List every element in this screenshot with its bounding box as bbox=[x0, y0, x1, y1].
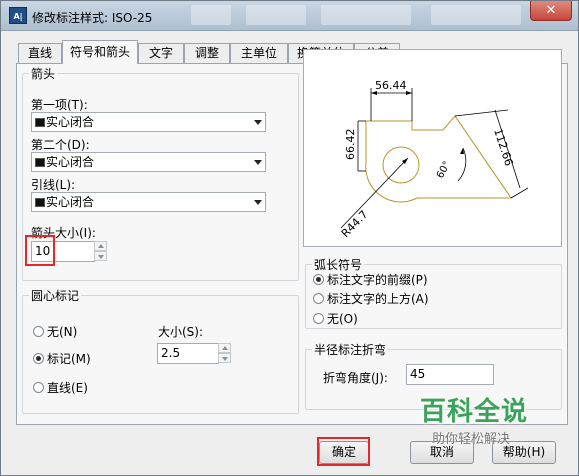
center-mark-size-label: 大小(S): bbox=[158, 325, 204, 339]
arrowheads-title: 箭头 bbox=[29, 65, 58, 82]
chevron-down-icon bbox=[254, 160, 262, 165]
radio-button[interactable] bbox=[313, 293, 324, 304]
radio-button[interactable] bbox=[33, 382, 44, 393]
tab-symbols-arrows[interactable]: 符号和箭头 bbox=[62, 40, 138, 64]
spin-up-icon[interactable] bbox=[94, 241, 107, 251]
dimension-arrows bbox=[371, 91, 464, 164]
arc-prefix-label: 标注文字的前缀(P) bbox=[327, 273, 428, 287]
dim-text-top: 56.44 bbox=[375, 79, 407, 92]
tab-text[interactable]: 文字 bbox=[138, 43, 184, 64]
center-mark-line-label: 直线(E) bbox=[47, 381, 88, 395]
spin-down-icon[interactable] bbox=[218, 353, 231, 363]
center-marks-title: 圆心标记 bbox=[29, 287, 82, 304]
closed-filled-arrow-icon bbox=[35, 158, 45, 167]
chevron-down-icon bbox=[254, 120, 262, 125]
jog-angle-label: 折弯角度(J): bbox=[323, 371, 388, 385]
blurred-titlebar-region bbox=[191, 5, 231, 25]
dim-text-left: 66.42 bbox=[344, 129, 357, 161]
closed-filled-arrow-icon bbox=[35, 198, 45, 207]
arc-above-option[interactable]: 标注文字的上方(A) bbox=[313, 290, 429, 307]
closed-filled-arrow-icon bbox=[35, 118, 45, 127]
preview-shape bbox=[365, 115, 512, 203]
arrow-size-spinner[interactable] bbox=[94, 241, 107, 262]
center-mark-mark-label: 标记(M) bbox=[47, 352, 91, 366]
second-arrow-value: 实心闭合 bbox=[46, 155, 95, 169]
tab-lines[interactable]: 直线 bbox=[18, 43, 62, 64]
ext-line bbox=[454, 109, 509, 117]
watermark-title: 百科全说 bbox=[420, 397, 529, 427]
center-mark-none-option[interactable]: 无(N) bbox=[33, 323, 77, 340]
arc-none-option[interactable]: 无(O) bbox=[313, 310, 358, 327]
part-outline bbox=[365, 115, 512, 203]
center-mark-mark-option[interactable]: 标记(M) bbox=[33, 350, 91, 367]
blurred-titlebar-region bbox=[321, 5, 411, 25]
chevron-down-icon bbox=[254, 200, 262, 205]
arc-prefix-option[interactable]: 标注文字的前缀(P) bbox=[313, 271, 428, 288]
close-button[interactable]: ✕ bbox=[530, 1, 572, 21]
dialog-title: 修改标注样式: ISO-25 bbox=[32, 11, 153, 25]
preview-drawing: 56.44 66.42 112.66 R44.7 60° bbox=[339, 79, 529, 240]
watermark-subtitle: 助你轻松解决 bbox=[432, 432, 511, 447]
blurred-titlebar-region bbox=[431, 5, 521, 25]
radius-jog-title: 半径标注折弯 bbox=[312, 341, 389, 358]
app-icon: A| bbox=[9, 7, 27, 24]
tab-primary-units[interactable]: 主单位 bbox=[230, 43, 288, 64]
first-arrow-value: 实心闭合 bbox=[46, 115, 95, 129]
center-mark-size-input[interactable]: 2.5 bbox=[157, 343, 219, 364]
dim-text-radius: R44.7 bbox=[339, 208, 371, 240]
center-mark-none-label: 无(N) bbox=[47, 325, 78, 339]
second-arrow-select[interactable]: 实心闭合 bbox=[31, 152, 266, 172]
highlight-box bbox=[317, 437, 370, 466]
dialog-window: A| 修改标注样式: ISO-25 ✕ 直线 符号和箭头 文字 调整 主单位 换… bbox=[0, 0, 579, 476]
dim-text-right: 112.66 bbox=[491, 127, 515, 168]
dim-text-angle: 60° bbox=[435, 160, 453, 181]
center-mark-size-spinner[interactable] bbox=[218, 343, 231, 364]
jog-angle-input[interactable]: 45 bbox=[406, 364, 494, 385]
radio-button[interactable] bbox=[33, 353, 44, 364]
arrowhead bbox=[406, 91, 412, 95]
tab-fit[interactable]: 调整 bbox=[184, 43, 230, 64]
ext-line bbox=[510, 187, 529, 199]
radio-button[interactable] bbox=[313, 274, 324, 285]
watermark: 百科全说 助你轻松解决 bbox=[408, 385, 558, 455]
blurred-titlebar-region bbox=[246, 5, 306, 25]
leader-arrow-value: 实心闭合 bbox=[46, 195, 95, 209]
highlight-box bbox=[25, 235, 55, 266]
first-arrow-select[interactable]: 实心闭合 bbox=[31, 112, 266, 132]
title-bar: A| 修改标注样式: ISO-25 ✕ bbox=[1, 1, 578, 31]
spin-up-icon[interactable] bbox=[218, 343, 231, 353]
spin-down-icon[interactable] bbox=[94, 251, 107, 261]
leader-arrow-label: 引线(L): bbox=[31, 178, 76, 192]
radio-button[interactable] bbox=[313, 313, 324, 324]
second-arrow-label: 第二个(D): bbox=[31, 138, 90, 152]
leader-arrow-select[interactable]: 实心闭合 bbox=[31, 192, 266, 212]
arc-above-label: 标注文字的上方(A) bbox=[327, 292, 429, 306]
radio-button[interactable] bbox=[33, 326, 44, 337]
arc-none-label: 无(O) bbox=[327, 312, 358, 326]
first-arrow-label: 第一项(T): bbox=[31, 98, 88, 112]
center-mark-line-option[interactable]: 直线(E) bbox=[33, 379, 88, 396]
